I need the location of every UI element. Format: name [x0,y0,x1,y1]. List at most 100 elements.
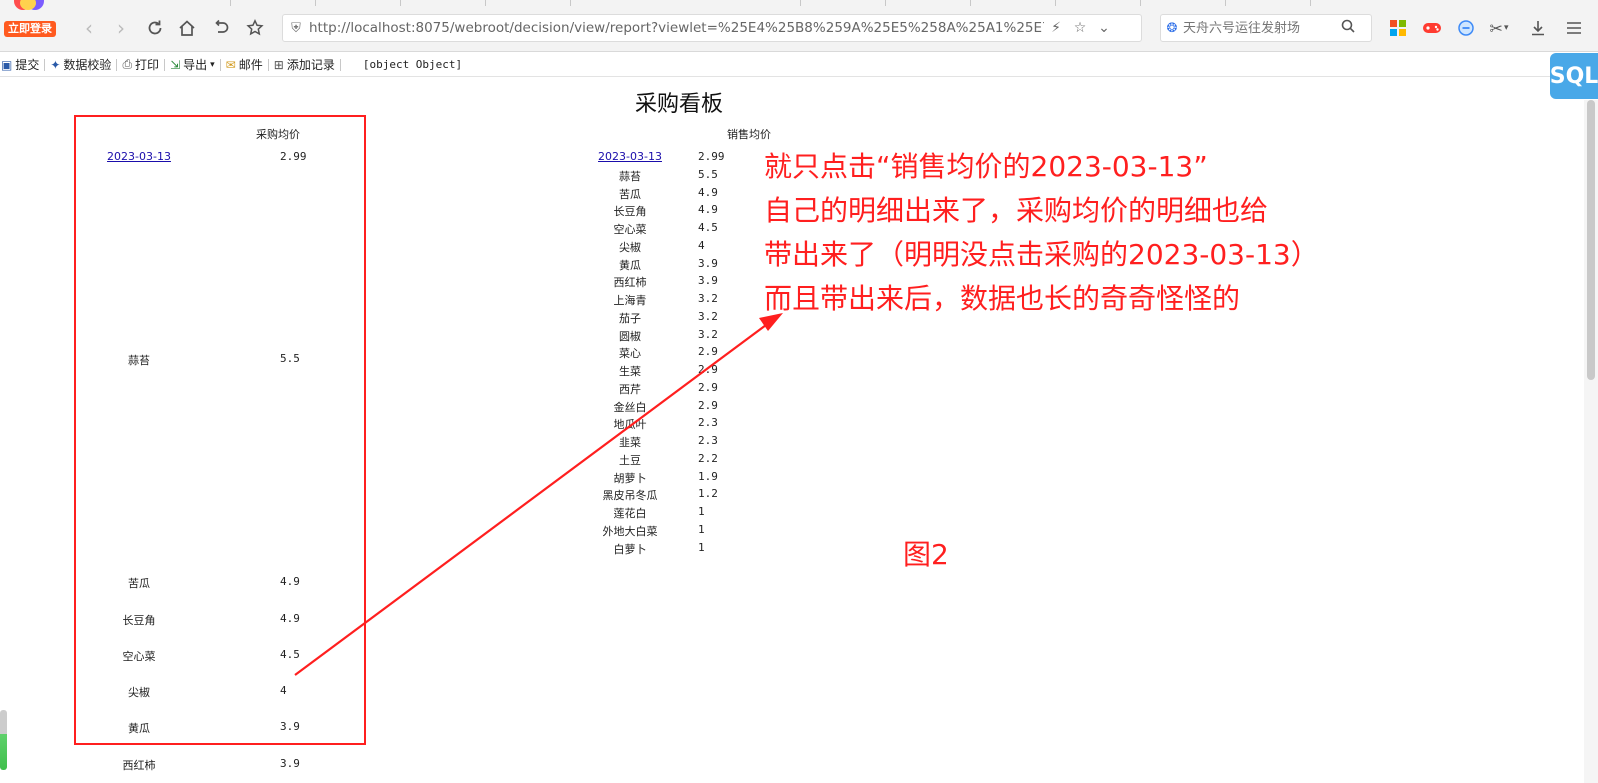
lightning-icon[interactable]: ⚡︎ [1044,20,1068,36]
table-row-value: 2.9 [698,380,718,394]
address-bar[interactable]: ⛨ ⚡︎ ☆ ⌄ [282,14,1142,42]
table-row-value: 1.9 [698,469,718,483]
table-row-name: 苦瓜 [619,187,641,201]
tab-divider [485,0,486,6]
report-toolbar: ▣ 提交 ✦ 数据校验 ⎙ 打印 ⇲ 导出 ▾ ✉ 邮件 ⊞ 添加记录 [obj… [0,53,1598,77]
paw-icon: ❂ [1166,20,1178,36]
validate-label: 数据校验 [63,58,112,72]
table-row-name: 莲花白 [613,507,647,520]
browser-logo-icon[interactable] [8,0,52,20]
table-row-name: 外地大白菜 [602,524,658,538]
sales-avg-header: 销售均价 [727,128,771,141]
table-row-value: 5.5 [698,167,718,181]
tab-divider [315,0,316,6]
scrollbar-thumb[interactable] [1587,100,1595,380]
table-row-value: 1 [698,540,705,554]
minus-circle-icon[interactable] [1454,16,1478,40]
tab-divider [970,0,971,6]
table-row-value: 3.2 [698,327,718,341]
table-row-value: 1.2 [698,487,718,501]
export-label: 导出 [183,58,208,72]
table-row-value: 4.5 [698,221,718,234]
caret-down-icon: ▾ [210,59,215,70]
tab-divider [1140,0,1141,6]
table-row-value: 2.2 [698,451,718,465]
apps-grid-icon[interactable] [1386,16,1410,40]
table-row-value: 2.9 [698,345,718,359]
bookmark-star-icon[interactable] [242,15,268,41]
search-icon[interactable] [1333,19,1363,37]
search-box[interactable]: ❂ [1160,14,1372,42]
tab-divider [1225,0,1226,6]
tab-strip[interactable] [60,0,1598,6]
annotation-text: 就只点击“销售均价的2023-03-13” 自己的明细出来了，采购均价的明细也给… [764,145,1424,321]
table-row-name: 胡萝卜 [613,471,647,485]
tab-divider [1310,0,1311,6]
submit-label: 提交 [15,58,40,72]
figure-label: 图2 [903,538,949,571]
table-row-name: 黑皮吊冬瓜 [602,489,658,503]
login-badge[interactable]: 立即登录 [4,21,56,37]
menu-icon[interactable] [1562,16,1586,40]
date-drill-link[interactable]: 2023-03-13 [570,150,690,163]
search-input[interactable] [1183,20,1333,36]
shield-icon: ⛨ [291,20,301,36]
reload-icon[interactable] [142,15,168,41]
export-button[interactable]: ⇲ 导出 ▾ [165,54,220,76]
gamepad-icon[interactable] [1420,16,1444,40]
report-title: 采购看板 [635,92,724,117]
table-row-value: 3.2 [698,292,718,305]
table-row-name: 金丝白 [613,400,647,414]
validate-button[interactable]: ✦ 数据校验 [45,54,116,76]
table-row-name: 空心菜 [613,223,647,236]
browser-chrome: 立即登录 ‹ › ⛨ ⚡︎ ☆ ⌄ ❂ ✂︎▾ [0,0,1598,52]
table-row-value: 4.9 [698,203,718,217]
vertical-scrollbar[interactable] [1584,100,1598,783]
scissors-icon[interactable]: ✂︎ ▾ [1487,16,1511,40]
mail-button[interactable]: ✉ 邮件 [221,54,268,76]
table-row-name: 茄子 [619,311,641,325]
table-row-value: 3.2 [698,309,718,323]
table-row-name: 西芹 [619,382,641,396]
home-icon[interactable] [174,15,200,41]
tab-divider [885,0,886,6]
table-row-value: 3.9 [698,274,718,288]
table-row-name: 菜心 [619,347,641,361]
back-icon[interactable]: ‹ [76,15,102,41]
table-row-name: 生菜 [619,365,641,378]
table-row-value: 1 [698,505,705,518]
add-record-label: 添加记录 [286,58,335,72]
star-icon[interactable]: ☆ [1068,20,1092,36]
progress-indicator [0,710,7,770]
undo-icon[interactable] [208,15,234,41]
tab-divider [800,0,801,6]
table-row-name: 蒜苔 [619,169,641,183]
table-row-name: 韭菜 [619,436,641,449]
add-record-button[interactable]: ⊞ 添加记录 [269,54,340,76]
table-row-name: 白萝卜 [613,542,647,556]
annotation-line: 就只点击“销售均价的2023-03-13” [764,150,1208,183]
print-button[interactable]: ⎙ 打印 [117,54,164,76]
table-row-value: 3.9 [698,256,718,270]
table-row-value: 2.3 [698,416,718,430]
highlight-frame [74,115,366,745]
forward-icon[interactable]: › [108,15,134,41]
table-row-name: 西红柿 [613,276,647,290]
table-row-name: 圆椒 [619,329,641,343]
submit-button[interactable]: ▣ 提交 [0,54,44,76]
table-row-value: 3.9 [280,757,300,770]
download-icon[interactable] [1526,16,1550,40]
object-text: [object Object] [362,58,463,71]
table-row-value: 4.9 [698,185,718,199]
tab-divider [1055,0,1056,6]
tab-divider [230,0,231,6]
tab-divider [400,0,401,6]
table-row-name: 尖椒 [619,240,641,254]
chevron-down-icon[interactable]: ⌄ [1092,20,1116,36]
url-input[interactable] [309,20,1044,36]
table-row-name: 地瓜叶 [613,418,647,432]
sql-button[interactable]: SQL [1550,53,1598,99]
table-row-name: 长豆角 [613,205,647,219]
annotation-line: 而且带出来后，数据也长的奇奇怪怪的 [764,282,1241,315]
tab-divider [570,0,571,6]
